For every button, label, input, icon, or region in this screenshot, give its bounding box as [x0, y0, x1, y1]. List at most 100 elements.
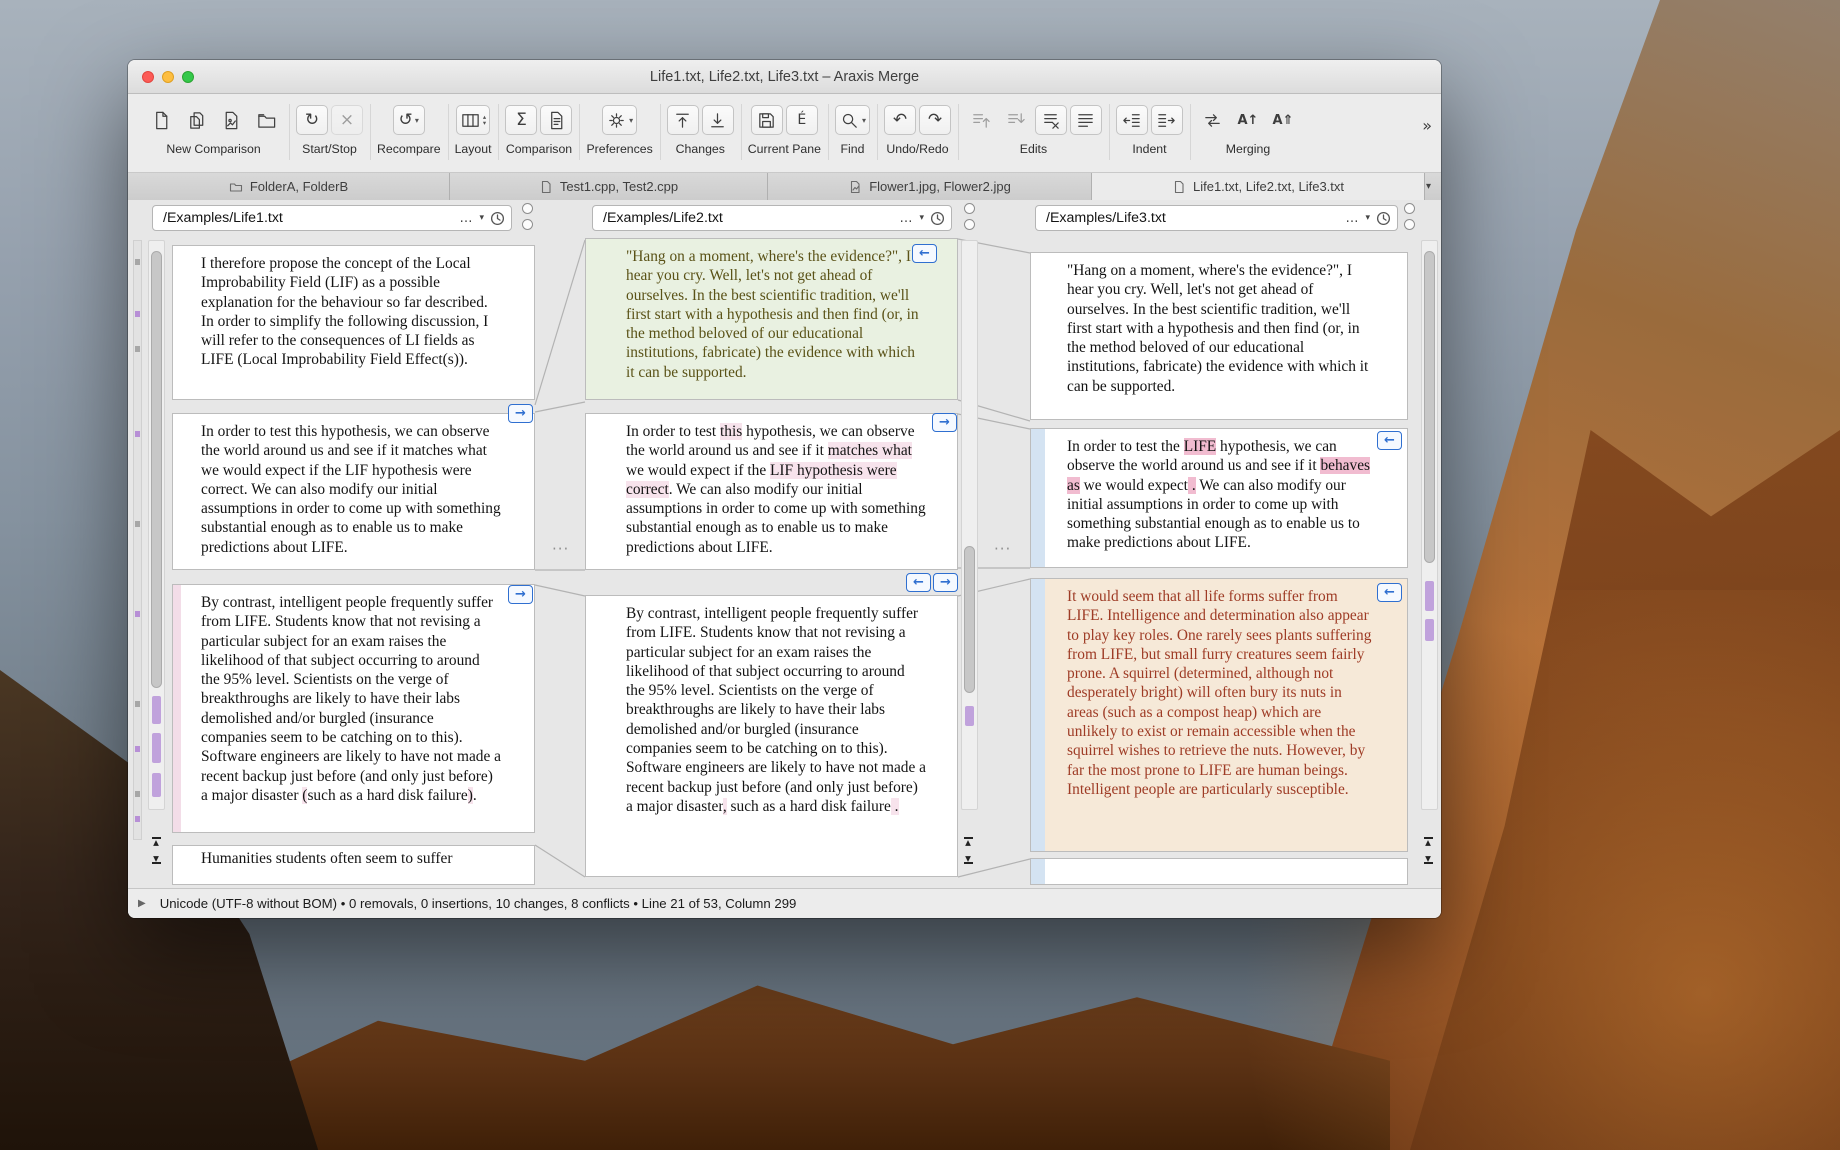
pane-link-radio[interactable]: [1404, 219, 1415, 230]
scroll-to-bottom-button[interactable]: ▼: [1421, 852, 1435, 867]
merge-swap-button[interactable]: [1197, 105, 1229, 135]
browse-button[interactable]: …: [455, 211, 476, 226]
chevron-down-icon[interactable]: ▾: [1362, 213, 1373, 223]
text-block-pane3-4[interactable]: [1030, 858, 1408, 885]
text-block-pane2-2[interactable]: In order to test this hypothesis, we can…: [585, 413, 958, 570]
tab-flower1-flower2[interactable]: Flower1.jpg, Flower2.jpg: [768, 173, 1092, 200]
comparison-report-button[interactable]: [540, 105, 572, 135]
tab-test1-test2[interactable]: Test1.cpp, Test2.cpp: [450, 173, 768, 200]
merge-right-button[interactable]: →: [932, 413, 957, 432]
merge-left-button[interactable]: ←: [1377, 431, 1402, 450]
save-button[interactable]: [751, 105, 783, 135]
edit-move-up-button[interactable]: [965, 105, 997, 135]
find-button[interactable]: ▾: [835, 105, 870, 135]
comparison-summary-button[interactable]: Σ: [505, 105, 537, 135]
merge-take-a-button[interactable]: A↑: [1232, 105, 1264, 135]
undo-button[interactable]: ↶: [884, 105, 916, 135]
preferences-button[interactable]: ▾: [602, 105, 637, 135]
folder-icon: [256, 110, 277, 131]
pane-link-radio[interactable]: [964, 219, 975, 230]
new-file-comparison-button[interactable]: [180, 105, 212, 135]
scrollbar-pane-2[interactable]: [961, 240, 978, 810]
text-block-pane3-1[interactable]: "Hang on a moment, where's the evidence?…: [1030, 252, 1408, 420]
edit-delete-lines-button[interactable]: [1035, 105, 1067, 135]
new-text-comparison-button[interactable]: [145, 105, 177, 135]
encoding-button[interactable]: É: [786, 105, 818, 135]
block-text: "Hang on a moment, where's the evidence?…: [626, 247, 927, 382]
merge-right-button[interactable]: →: [508, 404, 533, 423]
tab-list-dropdown-button[interactable]: ▾: [1425, 173, 1441, 200]
merge-left-button[interactable]: ←: [906, 573, 931, 592]
stop-button[interactable]: ×: [331, 105, 363, 135]
arrow-left-icon: ←: [1384, 433, 1395, 448]
splitter-handle[interactable]: ···: [994, 540, 1011, 558]
scrollbar-pane-3[interactable]: [1421, 240, 1438, 810]
previous-change-button[interactable]: [667, 105, 699, 135]
start-button[interactable]: ↻: [296, 105, 328, 135]
new-image-comparison-button[interactable]: [215, 105, 247, 135]
toolbar-group-changes: Changes: [660, 102, 741, 156]
edit-list-button[interactable]: [1070, 105, 1102, 135]
pane-link-radio[interactable]: [1404, 203, 1415, 214]
pane-link-radio[interactable]: [522, 219, 533, 230]
splitter-handle[interactable]: ···: [552, 540, 569, 558]
chevron-down-icon[interactable]: ▾: [916, 213, 927, 223]
indent-left-button[interactable]: [1116, 105, 1148, 135]
scroll-to-bottom-button[interactable]: ▼: [961, 852, 975, 867]
history-icon[interactable]: [930, 211, 945, 226]
tab-life1-life2-life3[interactable]: Life1.txt, Life2.txt, Life3.txt: [1092, 173, 1425, 200]
text-block-pane1-3[interactable]: By contrast, intelligent people frequent…: [172, 584, 535, 833]
pane-link-radio[interactable]: [522, 203, 533, 214]
next-change-button[interactable]: [702, 105, 734, 135]
text-block-pane3-2[interactable]: In order to test the LIFE hypothesis, we…: [1030, 428, 1408, 568]
history-icon[interactable]: [490, 211, 505, 226]
text-block-pane2-3[interactable]: By contrast, intelligent people frequent…: [585, 595, 958, 877]
chevron-down-icon[interactable]: ▾: [476, 213, 487, 223]
scroll-to-bottom-button[interactable]: ▼: [149, 852, 163, 867]
scroll-to-top-button[interactable]: ▲: [149, 834, 163, 849]
file-path-field-1[interactable]: /Examples/Life1.txt … ▾: [152, 205, 512, 231]
scrollbar-thumb[interactable]: [964, 546, 975, 693]
scroll-to-top-button[interactable]: ▲: [961, 834, 975, 849]
change-marker: [152, 773, 161, 797]
text-block-pane1-1[interactable]: I therefore propose the concept of the L…: [172, 245, 535, 400]
merge-left-button[interactable]: ←: [1377, 583, 1402, 602]
edit-move-down-button[interactable]: [1000, 105, 1032, 135]
minimize-window-button[interactable]: [162, 71, 174, 83]
file-path-field-3[interactable]: /Examples/Life3.txt … ▾: [1035, 205, 1398, 231]
merge-right-button[interactable]: →: [933, 573, 958, 592]
file-path: /Examples/Life1.txt: [163, 210, 455, 226]
toolbar-group-label: Recompare: [377, 142, 441, 156]
browse-button[interactable]: …: [895, 211, 916, 226]
merge-right-button[interactable]: →: [508, 585, 533, 604]
text-block-pane1-2[interactable]: In order to test this hypothesis, we can…: [172, 413, 535, 570]
redo-button[interactable]: ↷: [919, 105, 951, 135]
scrollbar-thumb[interactable]: [1424, 251, 1435, 563]
zoom-window-button[interactable]: [182, 71, 194, 83]
scrollbar-pane-1[interactable]: [148, 240, 165, 810]
toolbar-group-edits: Edits: [958, 102, 1109, 156]
text-block-pane2-1[interactable]: "Hang on a moment, where's the evidence?…: [585, 238, 958, 400]
text-block-pane3-3[interactable]: It would seem that all life forms suffer…: [1030, 578, 1408, 852]
text-block-pane1-4[interactable]: Humanities students often seem to suffer: [172, 845, 535, 885]
triangle-down-icon: ▼: [1425, 855, 1431, 862]
toolbar-overflow-button[interactable]: »: [1422, 116, 1432, 135]
indent-right-button[interactable]: [1151, 105, 1183, 135]
overview-strip-left[interactable]: [133, 240, 142, 840]
pane-link-radio[interactable]: [964, 203, 975, 214]
recompare-button[interactable]: ↺▾: [393, 105, 425, 135]
merge-left-button[interactable]: ←: [912, 244, 937, 263]
file-path-field-2[interactable]: /Examples/Life2.txt … ▾: [592, 205, 952, 231]
scrollbar-thumb[interactable]: [151, 251, 162, 688]
status-disclosure-icon[interactable]: ▶: [138, 898, 146, 909]
browse-button[interactable]: …: [1341, 211, 1362, 226]
history-icon[interactable]: [1376, 211, 1391, 226]
block-text: I therefore propose the concept of the L…: [201, 254, 502, 370]
new-folder-comparison-button[interactable]: [250, 105, 282, 135]
merge-take-all-button[interactable]: A⇑: [1267, 105, 1299, 135]
close-window-button[interactable]: [142, 71, 154, 83]
scroll-to-top-button[interactable]: ▲: [1421, 834, 1435, 849]
folder-icon: [229, 180, 243, 194]
layout-button[interactable]: ▴▾: [456, 105, 490, 135]
tab-foldera-folderb[interactable]: FolderA, FolderB: [128, 173, 450, 200]
